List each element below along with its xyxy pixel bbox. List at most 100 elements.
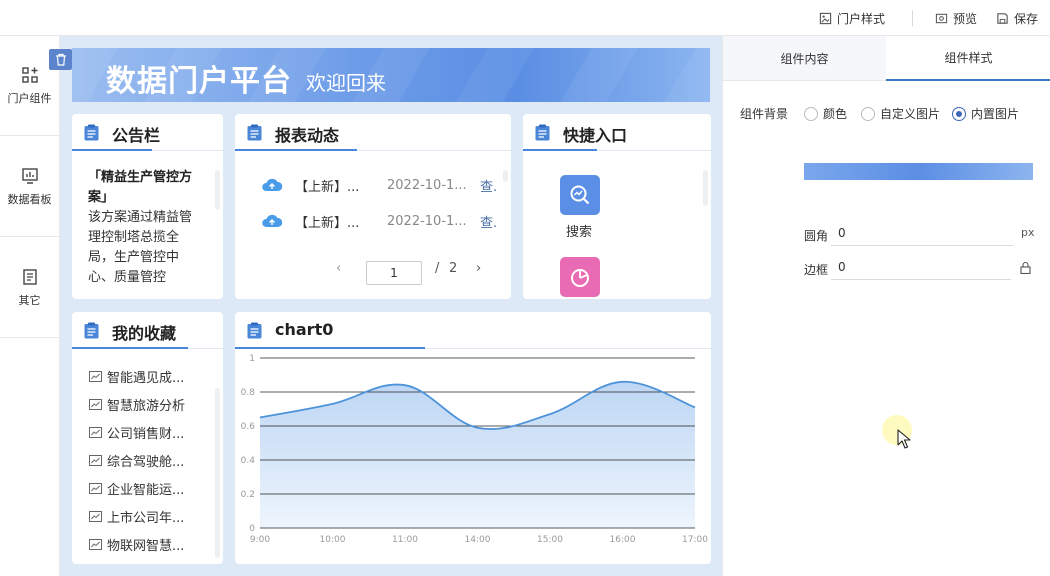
sidebar-item-other[interactable]: 其它 <box>0 238 59 338</box>
tab-component-style[interactable]: 组件样式 <box>886 36 1050 81</box>
pie-chart-icon <box>571 269 589 287</box>
sidebar-item-label: 其它 <box>18 293 41 307</box>
scrollbar[interactable] <box>503 170 508 182</box>
save-label: 保存 <box>1014 11 1039 26</box>
favorite-item[interactable]: 公司销售财... <box>89 423 185 442</box>
radius-unit: px <box>1021 226 1035 239</box>
cloud-upload-icon <box>262 214 283 227</box>
cloud-upload-icon <box>262 178 283 191</box>
report-row[interactable]: 【上新】... 2022-10-1... 查. <box>261 175 497 195</box>
pager-prev-button[interactable]: ‹ <box>336 261 341 276</box>
scrollbar[interactable] <box>703 170 708 206</box>
card-header: 快捷入口 <box>523 114 711 151</box>
line-chart-icon <box>89 454 102 466</box>
dashboard-icon <box>21 167 38 184</box>
title-underline <box>235 149 357 151</box>
report-name: 【上新】... <box>295 215 360 231</box>
notice-card[interactable]: 公告栏 「精益生产管控方案」 该方案通过精益管理控制塔总揽全局，生产管控中心、质… <box>72 114 223 299</box>
save-icon <box>997 12 1008 24</box>
radio-label: 自定义图片 <box>880 107 941 121</box>
search-chart-icon <box>570 185 590 205</box>
favorite-item[interactable]: 企业智能运... <box>89 479 185 498</box>
shortcut-search[interactable] <box>560 175 600 215</box>
shortcuts-card[interactable]: 快捷入口 搜索 <box>523 114 711 299</box>
scrollbar[interactable] <box>215 388 220 558</box>
portal-banner[interactable]: 数据门户平台 欢迎回来 <box>72 48 710 102</box>
x-tick-label: 15:00 <box>537 535 563 545</box>
y-tick-label: 0.2 <box>241 490 255 500</box>
top-toolbar: 门户样式 预览 保存 <box>0 0 1050 36</box>
border-input[interactable]: 0 <box>831 256 1011 280</box>
pager-separator: / <box>435 261 440 276</box>
y-tick-label: 0 <box>249 524 255 534</box>
favorite-label: 智慧旅游分析 <box>107 398 186 414</box>
pager-page-input[interactable]: 1 <box>366 261 422 285</box>
clipboard-icon <box>84 124 99 141</box>
favorite-item[interactable]: 上市公司年... <box>89 507 185 526</box>
radio-indicator <box>804 106 818 121</box>
favorite-item[interactable]: 智能遇见成... <box>89 367 185 386</box>
chart-card[interactable]: chart0 0 0.2 0.4 0.6 0.8 1 9:00 10:00 11:00 14:00… <box>235 312 711 564</box>
card-title: 公告栏 <box>112 126 161 145</box>
x-tick-label: 17:00 <box>682 535 708 545</box>
pager-total: 2 <box>449 261 458 276</box>
card-header: chart0 <box>235 312 711 349</box>
trash-icon <box>55 53 66 66</box>
area-fill <box>260 381 695 528</box>
scrollbar[interactable] <box>215 170 220 210</box>
clipboard-icon <box>247 124 262 141</box>
report-name: 【上新】... <box>295 179 360 195</box>
radius-input[interactable]: 0 <box>831 222 1013 246</box>
favorites-card[interactable]: 我的收藏 智能遇见成... 智慧旅游分析 公司销售财... 综合驾驶舱... 企业智能运… <box>72 312 223 564</box>
background-image-preview[interactable] <box>804 163 1033 180</box>
delete-component-button[interactable] <box>49 49 72 70</box>
document-icon <box>22 268 37 285</box>
card-header: 我的收藏 <box>72 312 223 349</box>
radio-indicator <box>861 106 875 121</box>
toolbar-divider <box>912 10 913 26</box>
favorite-label: 公司销售财... <box>107 426 185 442</box>
sidebar-item-dashboards[interactable]: 数据看板 <box>0 137 59 237</box>
radio-indicator <box>952 106 966 121</box>
line-chart-icon <box>89 398 102 410</box>
report-row[interactable]: 【上新】... 2022-10-1... 查. <box>261 211 497 231</box>
radio-builtin-image[interactable]: 内置图片 <box>952 105 1019 122</box>
y-tick-label: 0.6 <box>241 422 256 432</box>
title-underline <box>72 347 188 349</box>
radio-custom-image[interactable]: 自定义图片 <box>861 105 940 122</box>
favorite-label: 企业智能运... <box>107 482 185 498</box>
component-sidebar: 门户组件 数据看板 其它 <box>0 36 60 576</box>
portal-style-button[interactable]: 门户样式 <box>819 0 885 36</box>
tab-component-content[interactable]: 组件内容 <box>723 36 886 81</box>
favorite-label: 智能遇见成... <box>107 370 185 386</box>
radio-color[interactable]: 颜色 <box>804 105 847 122</box>
clipboard-icon <box>247 322 262 339</box>
y-tick-label: 0.8 <box>241 388 256 398</box>
x-tick-label: 14:00 <box>465 535 491 545</box>
shortcut-pie[interactable] <box>560 257 600 297</box>
title-underline <box>523 149 597 151</box>
banner-subtitle: 欢迎回来 <box>306 71 386 95</box>
favorite-item[interactable]: 智慧旅游分析 <box>89 395 186 414</box>
sidebar-item-label: 数据看板 <box>7 192 52 206</box>
shortcut-label: 搜索 <box>566 225 593 240</box>
line-chart-icon <box>89 510 102 522</box>
favorite-label: 上市公司年... <box>107 510 185 526</box>
favorite-item[interactable]: 物联网智慧... <box>89 535 185 554</box>
reports-card[interactable]: 报表动态 【上新】... 2022-10-1... 查. 【上新】... 202… <box>235 114 511 299</box>
favorite-label: 物联网智慧... <box>107 538 185 554</box>
card-title: 报表动态 <box>275 126 340 145</box>
x-tick-label: 9:00 <box>250 535 270 545</box>
preview-button[interactable]: 预览 <box>935 0 977 36</box>
mouse-cursor-icon <box>897 429 911 449</box>
report-date: 2022-10-1... <box>387 177 467 193</box>
favorite-item[interactable]: 综合驾驶舱... <box>89 451 185 470</box>
y-tick-label: 0.4 <box>241 456 256 466</box>
save-button[interactable]: 保存 <box>996 0 1038 36</box>
border-label: 边框 <box>804 263 829 277</box>
lock-icon[interactable] <box>1020 261 1031 274</box>
report-view-link[interactable]: 查. <box>480 212 497 231</box>
pager-next-button[interactable]: › <box>476 261 481 276</box>
report-view-link[interactable]: 查. <box>480 176 497 195</box>
favorite-label: 综合驾驶舱... <box>107 454 185 470</box>
